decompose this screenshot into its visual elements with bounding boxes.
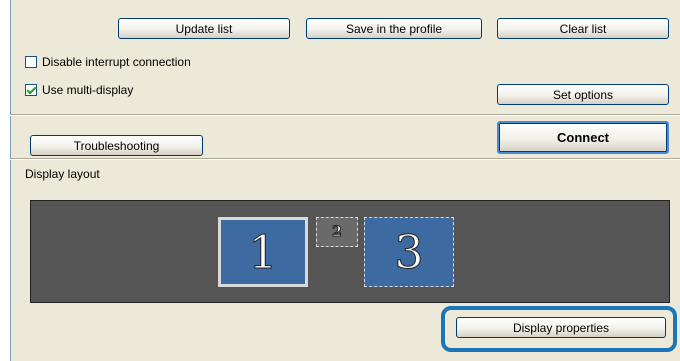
multi-display-label: Use multi-display	[42, 83, 134, 97]
display-layout-heading: Display layout	[25, 167, 100, 181]
monitor-2[interactable]: 2	[316, 217, 358, 247]
multi-display-checkbox[interactable]	[25, 84, 37, 96]
disable-interrupt-label: Disable interrupt connection	[42, 55, 191, 69]
monitor-1-number: 1	[248, 225, 278, 280]
save-in-profile-button[interactable]: Save in the profile	[306, 18, 482, 39]
multi-display-option[interactable]: Use multi-display	[25, 83, 133, 97]
monitor-3[interactable]: 3	[364, 217, 454, 287]
connect-button[interactable]: Connect	[497, 121, 669, 154]
separator	[10, 114, 680, 116]
monitor-1[interactable]: 1	[218, 217, 308, 287]
monitor-2-number: 2	[332, 224, 343, 241]
update-list-button[interactable]: Update list	[118, 18, 290, 39]
disable-interrupt-checkbox[interactable]	[25, 56, 37, 68]
display-layout-area: 1 2 3	[30, 200, 670, 303]
troubleshooting-button[interactable]: Troubleshooting	[30, 135, 203, 156]
clear-list-button[interactable]: Clear list	[497, 18, 669, 39]
separator	[10, 158, 680, 160]
display-properties-button[interactable]: Display properties	[456, 317, 666, 338]
disable-interrupt-option[interactable]: Disable interrupt connection	[25, 55, 191, 69]
set-options-button[interactable]: Set options	[497, 84, 669, 105]
monitor-3-number: 3	[394, 225, 424, 280]
